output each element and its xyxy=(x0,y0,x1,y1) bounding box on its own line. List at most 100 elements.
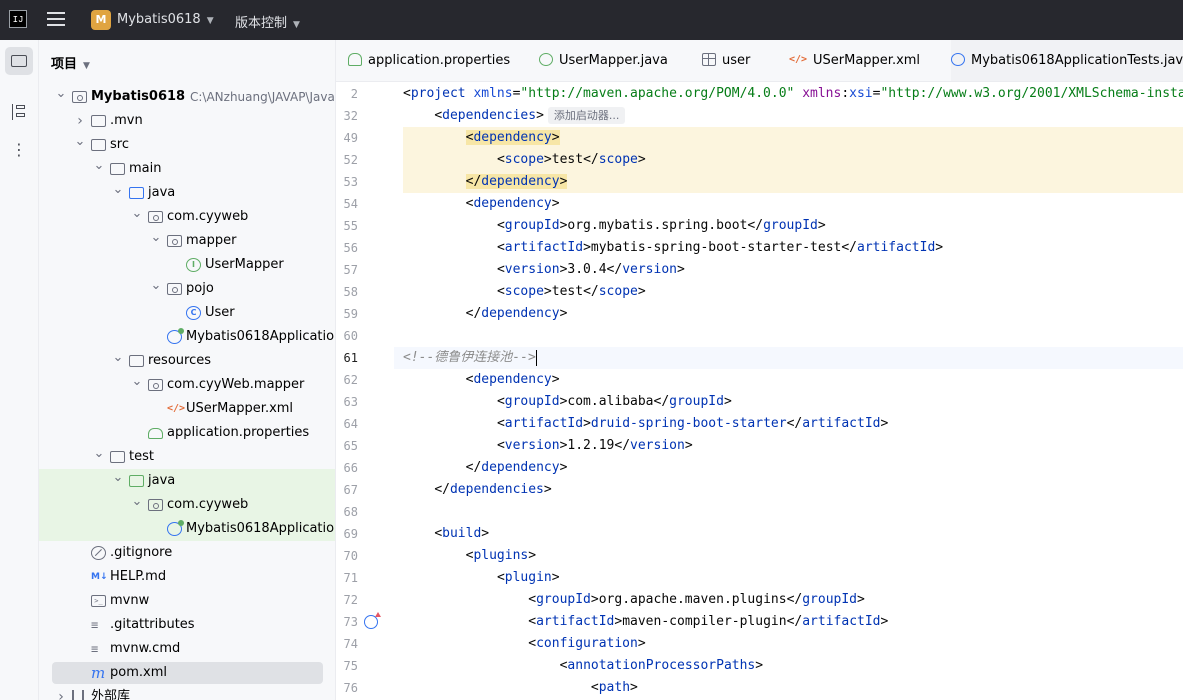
code-token: > xyxy=(583,240,591,255)
code-token: maven-compiler-plugin xyxy=(622,614,787,629)
tab-usermapper-java[interactable]: UserMapper.java xyxy=(539,40,691,81)
tree-item-help-md[interactable]: M↓ HELP.md xyxy=(39,565,335,589)
code-token: > xyxy=(559,460,568,475)
chevron-down-icon[interactable]: ⌄ xyxy=(131,202,143,226)
tree-item-gitattributes[interactable]: ≡ .gitattributes xyxy=(39,613,335,637)
tree-item-label: HELP.md xyxy=(110,569,167,584)
plugin-gutter-icon[interactable] xyxy=(364,612,381,629)
chevron-down-icon[interactable]: ⌄ xyxy=(55,82,67,106)
tree-item-外部库[interactable]: › 外部库 xyxy=(39,685,335,700)
tree-item-application-properties[interactable]: application.properties xyxy=(39,421,335,445)
code-token: dependency xyxy=(473,372,552,387)
code-content: <groupId>com.alibaba</groupId> xyxy=(497,391,732,413)
project-selector[interactable]: Mybatis0618 ▼ xyxy=(117,12,214,27)
code-token: > xyxy=(880,614,889,629)
tree-item-com-cyyweb[interactable]: ⌄ com.cyyweb xyxy=(39,205,335,229)
code-line: <scope>test</scope> xyxy=(394,281,1183,303)
vcs-menu[interactable]: 版本控制 ▼ xyxy=(235,12,300,31)
code-token: org.apache.maven.plugins xyxy=(598,592,787,607)
code-token: version xyxy=(504,262,560,277)
project-badge-icon[interactable]: M xyxy=(91,10,111,30)
tab-usermapper-xml[interactable]: </> USerMapper.xml xyxy=(789,40,939,81)
tree-item-mybatis0618application[interactable]: Mybatis0618Application xyxy=(39,325,335,349)
code-token: groupId xyxy=(504,394,560,409)
code-editor[interactable]: <project xmlns="http://maven.apache.org/… xyxy=(394,82,1183,700)
chevron-down-icon[interactable]: ⌄ xyxy=(112,466,124,490)
tab-user[interactable]: user xyxy=(702,40,778,81)
tab-label: application.properties xyxy=(368,53,511,68)
code-token: scope xyxy=(598,152,638,167)
code-line: <plugins> xyxy=(394,545,1183,567)
tab-application-properties[interactable]: application.properties xyxy=(348,40,528,81)
tree-item-mvnw[interactable]: >_ mvnw xyxy=(39,589,335,613)
tree-item-user[interactable]: C User xyxy=(39,301,335,325)
tree-item-main[interactable]: ⌄ main xyxy=(39,157,335,181)
line-number: 75 xyxy=(343,659,358,673)
code-content: <annotationProcessorPaths> xyxy=(560,655,764,677)
module-folder-icon xyxy=(72,91,87,103)
tree-item-usermapper[interactable]: I UserMapper xyxy=(39,253,335,277)
tree-item-gitignore[interactable]: .gitignore xyxy=(39,541,335,565)
line-number: 68 xyxy=(343,505,358,519)
code-token: mybatis-spring-boot-starter-test xyxy=(590,240,842,255)
code-line: <version>3.0.4</version> xyxy=(394,259,1183,281)
code-content: <build> xyxy=(434,523,489,545)
chevron-down-icon[interactable]: ⌄ xyxy=(93,442,105,466)
tree-item-java[interactable]: ⌄ java xyxy=(39,469,335,493)
tree-item-mybatis0618applicationtests[interactable]: Mybatis0618ApplicationTests xyxy=(39,517,335,541)
line-number: 65 xyxy=(343,439,358,453)
chevron-down-icon: ▼ xyxy=(206,16,214,26)
chevron-down-icon[interactable]: ⌄ xyxy=(150,226,162,250)
tree-item-mvnw-cmd[interactable]: ≡ mvnw.cmd xyxy=(39,637,335,661)
tree-item-src[interactable]: ⌄ src xyxy=(39,133,335,157)
tree-item-label: pom.xml xyxy=(110,665,167,680)
code-token: artifactId xyxy=(504,240,584,255)
tree-item-label: com.cyyWeb.mapper xyxy=(167,377,305,392)
chevron-down-icon[interactable]: ⌄ xyxy=(131,370,143,394)
chevron-down-icon[interactable]: ⌄ xyxy=(150,274,162,298)
chevron-down-icon[interactable]: ⌄ xyxy=(112,178,124,202)
project-panel-header[interactable]: 项目 ▼ xyxy=(51,53,90,72)
tree-item-com-cyyweb-mapper[interactable]: ⌄ com.cyyWeb.mapper xyxy=(39,373,335,397)
tree-item-java[interactable]: ⌄ java xyxy=(39,181,335,205)
code-line: </dependencies> xyxy=(394,479,1183,501)
code-content: <!--德鲁伊连接池--> xyxy=(403,347,538,369)
code-line: <dependency> xyxy=(394,127,1183,149)
tree-item-com-cyyweb[interactable]: ⌄ com.cyyweb xyxy=(39,493,335,517)
code-token: </ xyxy=(747,218,764,233)
code-token: : xyxy=(841,86,850,101)
intellij-logo-icon[interactable]: IJ xyxy=(9,10,27,28)
code-token: < xyxy=(528,592,537,607)
chevron-down-icon[interactable]: ⌄ xyxy=(93,154,105,178)
tree-item-test[interactable]: ⌄ test xyxy=(39,445,335,469)
chevron-down-icon[interactable]: ⌄ xyxy=(112,346,124,370)
chevron-down-icon[interactable]: ⌄ xyxy=(74,130,86,154)
tree-item-pojo[interactable]: ⌄ pojo xyxy=(39,277,335,301)
tree-item-mybatis0618[interactable]: ⌄ Mybatis0618 C:\ANzhuang\JAVAP\JavaWeb xyxy=(39,85,335,109)
code-token: </ xyxy=(786,614,803,629)
more-icon[interactable]: ⋮ xyxy=(5,138,33,166)
add-starter-hint[interactable]: 添加启动器... xyxy=(547,107,626,124)
code-token: > xyxy=(536,108,544,123)
tree-item-mapper[interactable]: ⌄ mapper xyxy=(39,229,335,253)
code-token: groupId xyxy=(536,592,591,607)
code-line: <groupId>org.mybatis.spring.boot</groupI… xyxy=(394,215,1183,237)
chevron-right-icon[interactable]: › xyxy=(55,685,67,700)
tree-item-label: java xyxy=(148,473,176,488)
code-token: druid-spring-boot-starter xyxy=(590,416,787,431)
folder-icon xyxy=(91,139,106,151)
structure-icon[interactable] xyxy=(5,98,33,126)
tree-item-resources[interactable]: ⌄ resources xyxy=(39,349,335,373)
project-folder-icon[interactable] xyxy=(5,47,33,75)
code-token: artifactId xyxy=(536,614,615,629)
code-token: dependency xyxy=(473,196,552,211)
main-menu-icon[interactable] xyxy=(47,12,65,28)
chevron-down-icon[interactable]: ⌄ xyxy=(131,490,143,514)
tab-mybatis0618applicationtests-java[interactable]: Mybatis0618ApplicationTests.java xyxy=(951,40,1183,81)
xml-file-icon: </> xyxy=(789,54,808,65)
tree-item-pom-xml[interactable]: m pom.xml xyxy=(39,661,335,685)
tree-item-label: USerMapper.xml xyxy=(186,401,294,416)
code-token: </ xyxy=(465,306,482,321)
tree-item-usermapper-xml[interactable]: </> USerMapper.xml xyxy=(39,397,335,421)
